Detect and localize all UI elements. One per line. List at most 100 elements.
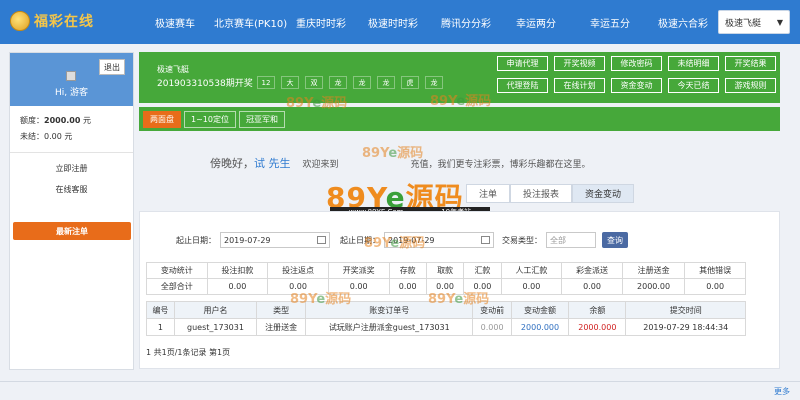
unsettled-unit: 元 — [64, 132, 73, 141]
game-issue: 201903310538期开奖 — [157, 79, 253, 89]
start-date-filter: 起止日期： 2019-07-29 — [176, 232, 330, 248]
footer-divider — [0, 381, 800, 382]
watermark-small: 89Ye源码 — [362, 146, 424, 161]
table-cell: 注册送金 — [256, 318, 307, 336]
table-header: 投注扣款 — [206, 262, 269, 279]
user-greeting: Hi, 游客 — [55, 88, 88, 98]
nav-item-lucky-two[interactable]: 幸运两分 — [516, 15, 556, 30]
watermark-small: 89Ye源码 — [428, 292, 490, 307]
result-ball: 12 — [257, 76, 275, 89]
top-nav-bar: 福彩在线 极速赛车 北京赛车(PK10) 重庆时时彩 极速时时彩 腾讯分分彩 幸… — [0, 0, 800, 44]
watermark-small: 89Ye源码 — [430, 94, 492, 109]
tab-bets[interactable]: 注单 — [466, 184, 511, 203]
record-tabs: 注单 投注报表 资金变动 — [466, 184, 635, 203]
tab-bet-report[interactable]: 投注报表 — [510, 184, 573, 203]
balance-unit: 元 — [82, 116, 91, 125]
more-link[interactable]: 更多 — [774, 386, 790, 397]
table-header: 取款 — [425, 262, 465, 279]
nav-item-tencent-ffc[interactable]: 腾讯分分彩 — [441, 15, 491, 30]
greeting-name: 试 先生 — [254, 157, 291, 170]
table-header: 注册送金 — [621, 262, 686, 279]
chevron-down-icon: ▼ — [776, 17, 783, 27]
type-input[interactable]: 全部 — [546, 232, 596, 248]
watermark-small: 89Ye源码 — [286, 96, 348, 111]
pagination[interactable]: 1 共1页/1条记录 第1页 — [146, 347, 230, 358]
user-card: 退出 Hi, 游客 — [10, 53, 133, 106]
divider — [10, 152, 133, 153]
tab-two-sides[interactable]: 两面盘 — [143, 110, 181, 128]
table-cell: 0.00 — [684, 278, 746, 295]
table-cell: 2000.000 — [568, 318, 627, 336]
greeting-prefix: 傍晚好， — [210, 157, 254, 170]
query-button[interactable]: 查询 — [602, 232, 628, 248]
start-date-label: 起止日期： — [176, 235, 216, 245]
table-cell: guest_173031 — [173, 318, 258, 336]
start-date-input[interactable]: 2019-07-29 — [220, 232, 330, 248]
table-cell: 2000.000 — [510, 318, 570, 336]
game-select[interactable]: 极速飞艇 ▼ — [718, 10, 790, 34]
logout-button[interactable]: 退出 — [99, 59, 125, 75]
result-ball: 龙 — [377, 76, 395, 89]
nav-item-pk10[interactable]: 北京赛车(PK10) — [214, 15, 287, 30]
unsettled-value: 0.00 — [44, 132, 62, 141]
draw-results-button[interactable]: 开奖结果 — [725, 56, 776, 71]
table-header: 其他错误 — [684, 262, 746, 279]
nav-item-jisu-lhc[interactable]: 极速六合彩 — [658, 15, 708, 30]
table-header: 汇款 — [463, 262, 502, 279]
site-logo[interactable]: 福彩在线 — [10, 10, 94, 32]
register-link[interactable]: 立即注册 — [10, 163, 133, 174]
tab-champion-sum[interactable]: 冠亚军和 — [238, 110, 285, 128]
logo-icon — [10, 11, 30, 31]
game-rules-button[interactable]: 游戏规则 — [725, 78, 776, 93]
watermark-small: 89Ye源码 — [290, 292, 352, 307]
table-row[interactable]: 1 guest_173031 注册送金 试玩账户注册派金guest_173031… — [146, 318, 746, 336]
change-password-button[interactable]: 修改密码 — [611, 56, 662, 71]
result-ball: 龙 — [329, 76, 347, 89]
table-cell: 0.00 — [500, 278, 563, 295]
logo-text: 福彩在线 — [34, 14, 94, 30]
balance-block: 额度：2000.00 元 未结：0.00 元 — [10, 106, 133, 142]
latest-bets-button[interactable]: 最新注单 — [13, 222, 131, 240]
unsettled-detail-button[interactable]: 未结明细 — [668, 56, 719, 71]
nav-item-jisu-saiche[interactable]: 极速赛车 — [155, 15, 195, 30]
draw-results: 12 大 双 龙 龙 龙 虎 龙 — [257, 76, 449, 89]
watermark-small: 89Ye源码 — [364, 236, 426, 251]
table-cell: 1 — [146, 318, 175, 336]
table-cell: 0.000 — [472, 318, 512, 336]
calendar-icon[interactable] — [317, 236, 326, 244]
table-cell: 试玩账户注册派金guest_173031 — [305, 318, 474, 336]
online-plan-button[interactable]: 在线计划 — [554, 78, 605, 93]
result-ball: 大 — [281, 76, 299, 89]
type-label: 交易类型： — [502, 235, 542, 245]
calendar-icon[interactable] — [481, 236, 490, 244]
table-header: 存款 — [388, 262, 427, 279]
table-header: 变动统计 — [146, 262, 208, 279]
unsettled-label: 未结： — [20, 132, 44, 141]
table-header: 用户名 — [173, 301, 258, 319]
nav-item-jisu-ssc[interactable]: 极速时时彩 — [368, 15, 418, 30]
play-tabs: 两面盘 1~10定位 冠亚军和 — [139, 107, 780, 131]
table-cell: 全部合计 — [146, 278, 208, 295]
table-cell: 2019-07-29 18:44:34 — [625, 318, 746, 336]
agent-login-button[interactable]: 代理登陆 — [497, 78, 548, 93]
apply-agent-button[interactable]: 申请代理 — [497, 56, 548, 71]
table-header: 变动金额 — [510, 301, 570, 319]
nav-item-chongqing-ssc[interactable]: 重庆时时彩 — [296, 15, 346, 30]
type-filter: 交易类型： 全部 查询 — [502, 232, 628, 248]
result-ball: 龙 — [425, 76, 443, 89]
greeting-message: 欢迎来到 — [302, 160, 339, 170]
fund-change-button[interactable]: 资金变动 — [611, 78, 662, 93]
customer-service-link[interactable]: 在线客服 — [10, 184, 133, 195]
table-cell: 2000.00 — [621, 278, 686, 295]
table-header: 人工汇款 — [500, 262, 563, 279]
tab-position[interactable]: 1~10定位 — [184, 110, 236, 128]
sidebar: 退出 Hi, 游客 额度：2000.00 元 未结：0.00 元 立即注册 在线… — [9, 52, 134, 370]
settled-today-button[interactable]: 今天已结 — [668, 78, 719, 93]
start-date-value: 2019-07-29 — [224, 235, 271, 245]
table-header: 投注返点 — [267, 262, 329, 279]
tab-fund-change[interactable]: 资金变动 — [572, 184, 635, 203]
draw-video-button[interactable]: 开奖视频 — [554, 56, 605, 71]
unsettled-row: 未结：0.00 元 — [20, 131, 123, 142]
result-ball: 龙 — [353, 76, 371, 89]
nav-item-lucky-five[interactable]: 幸运五分 — [590, 15, 630, 30]
